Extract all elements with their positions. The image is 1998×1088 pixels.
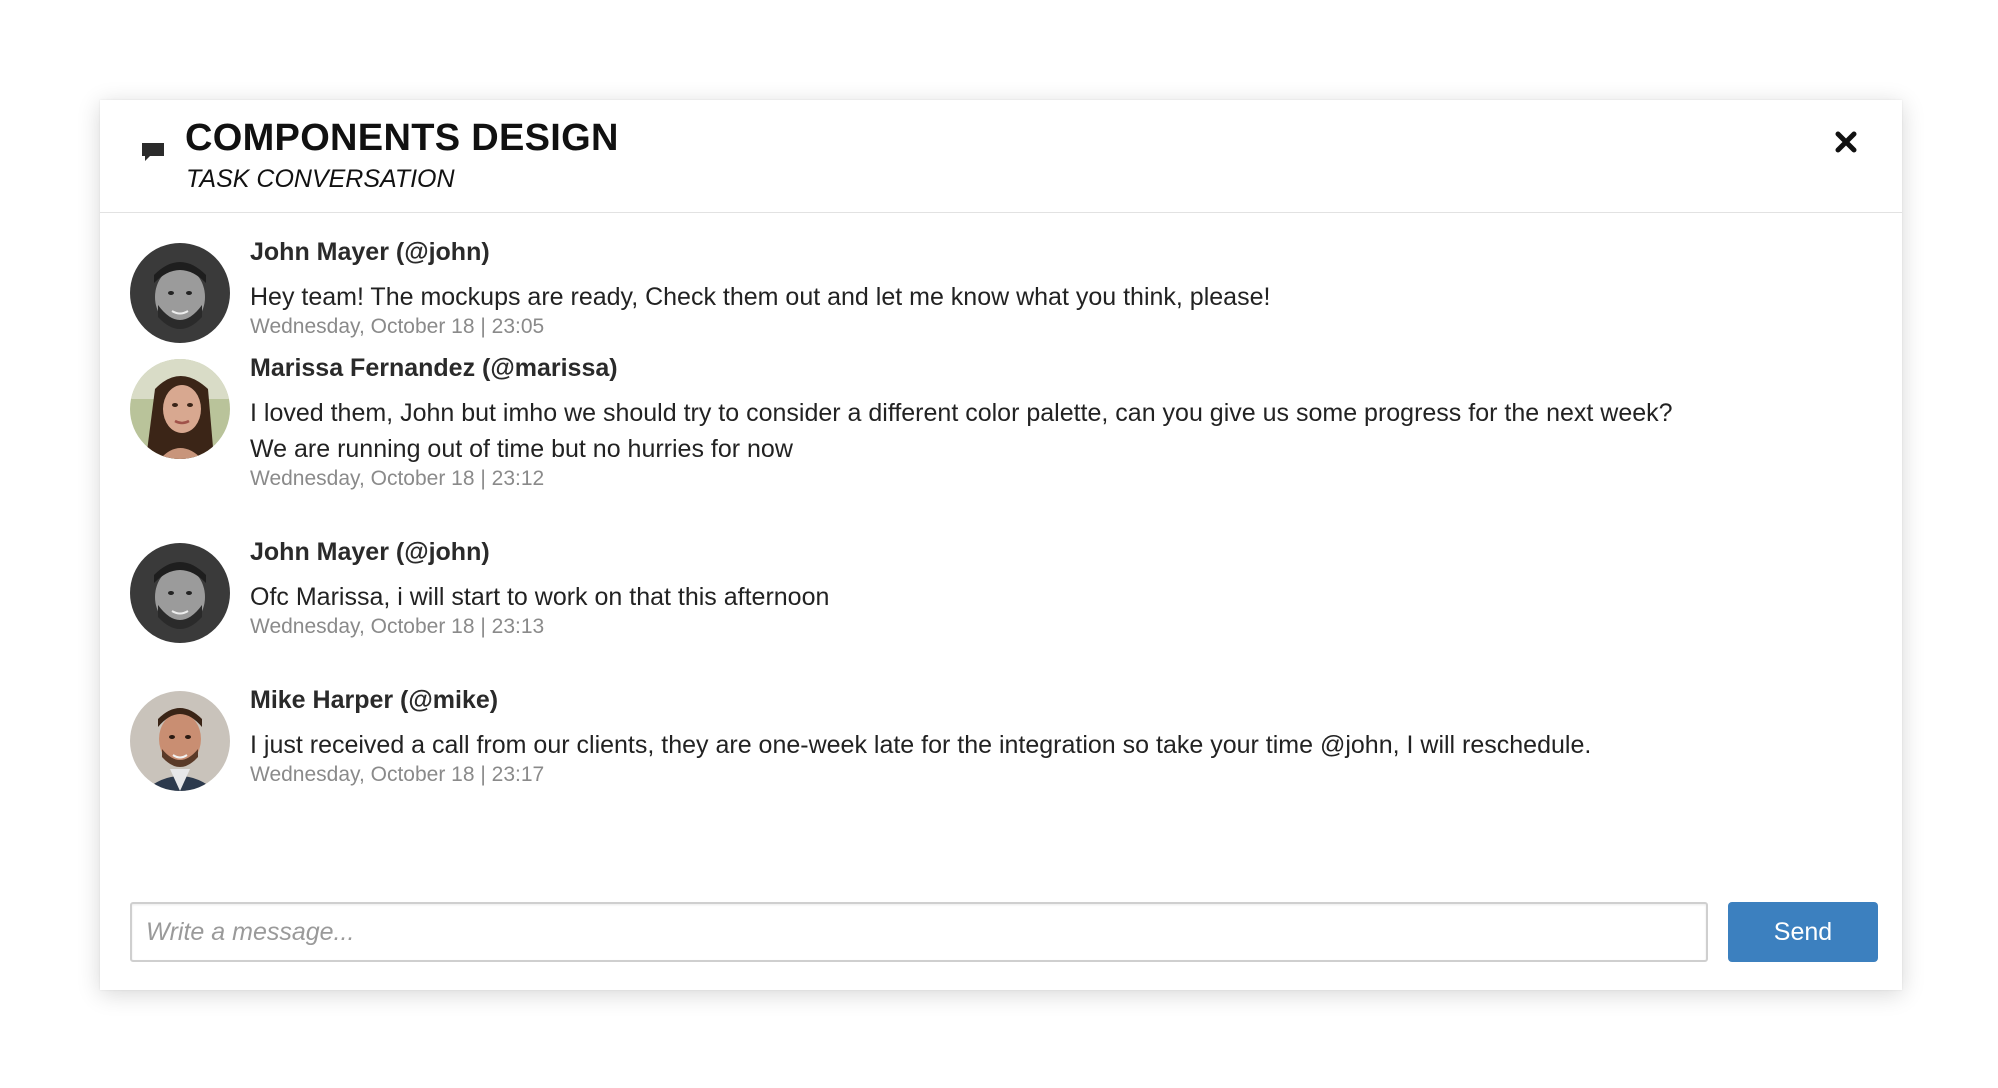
avatar-john-mayer[interactable] bbox=[130, 243, 230, 343]
send-button[interactable]: Send bbox=[1728, 902, 1878, 962]
message-text: I just received a call from our clients,… bbox=[250, 727, 1850, 763]
message-timestamp: Wednesday, October 18 | 23:12 bbox=[250, 467, 545, 490]
message-item: John Mayer (@john) Ofc Marissa, i will s… bbox=[100, 533, 1902, 653]
avatar-marissa-fernandez[interactable] bbox=[130, 359, 230, 459]
message-line: Ofc Marissa, i will start to work on tha… bbox=[250, 583, 830, 611]
message-author[interactable]: John Mayer (@john) bbox=[250, 235, 490, 269]
message-line: We are running out of time but no hurrie… bbox=[250, 435, 793, 463]
avatar-john-mayer[interactable] bbox=[130, 543, 230, 643]
message-input[interactable] bbox=[130, 902, 1708, 962]
message-text: Hey team! The mockups are ready, Check t… bbox=[250, 279, 1850, 315]
message-item: Marissa Fernandez (@marissa) I loved the… bbox=[100, 349, 1902, 499]
avatar-mike-harper[interactable] bbox=[130, 691, 230, 791]
message-author[interactable]: Marissa Fernandez (@marissa) bbox=[250, 351, 618, 385]
message-line: I just received a call from our clients,… bbox=[250, 731, 1592, 759]
close-icon bbox=[1826, 131, 1866, 165]
task-conversation-panel: COMPONENTS DESIGN TASK CONVERSATION John… bbox=[100, 100, 1902, 990]
message-item: John Mayer (@john) Hey team! The mockups… bbox=[100, 233, 1902, 353]
message-line: I loved them, John but imho we should tr… bbox=[250, 399, 1673, 427]
page-subtitle: TASK CONVERSATION bbox=[186, 165, 455, 193]
panel-header: COMPONENTS DESIGN TASK CONVERSATION bbox=[100, 100, 1902, 213]
message-text: Ofc Marissa, i will start to work on tha… bbox=[250, 579, 1850, 615]
message-author[interactable]: John Mayer (@john) bbox=[250, 535, 490, 569]
message-timestamp: Wednesday, October 18 | 23:05 bbox=[250, 315, 545, 338]
message-line: Hey team! The mockups are ready, Check t… bbox=[250, 283, 1271, 311]
page-title: COMPONENTS DESIGN bbox=[185, 117, 619, 159]
message-item: Mike Harper (@mike) I just received a ca… bbox=[100, 681, 1902, 801]
message-composer: Send bbox=[130, 902, 1878, 962]
message-timestamp: Wednesday, October 18 | 23:17 bbox=[250, 763, 545, 786]
message-author[interactable]: Mike Harper (@mike) bbox=[250, 683, 498, 717]
message-text: I loved them, John but imho we should tr… bbox=[250, 395, 1850, 467]
chat-bubble-icon bbox=[140, 140, 166, 166]
close-button[interactable] bbox=[1826, 122, 1866, 162]
message-timestamp: Wednesday, October 18 | 23:13 bbox=[250, 615, 545, 638]
